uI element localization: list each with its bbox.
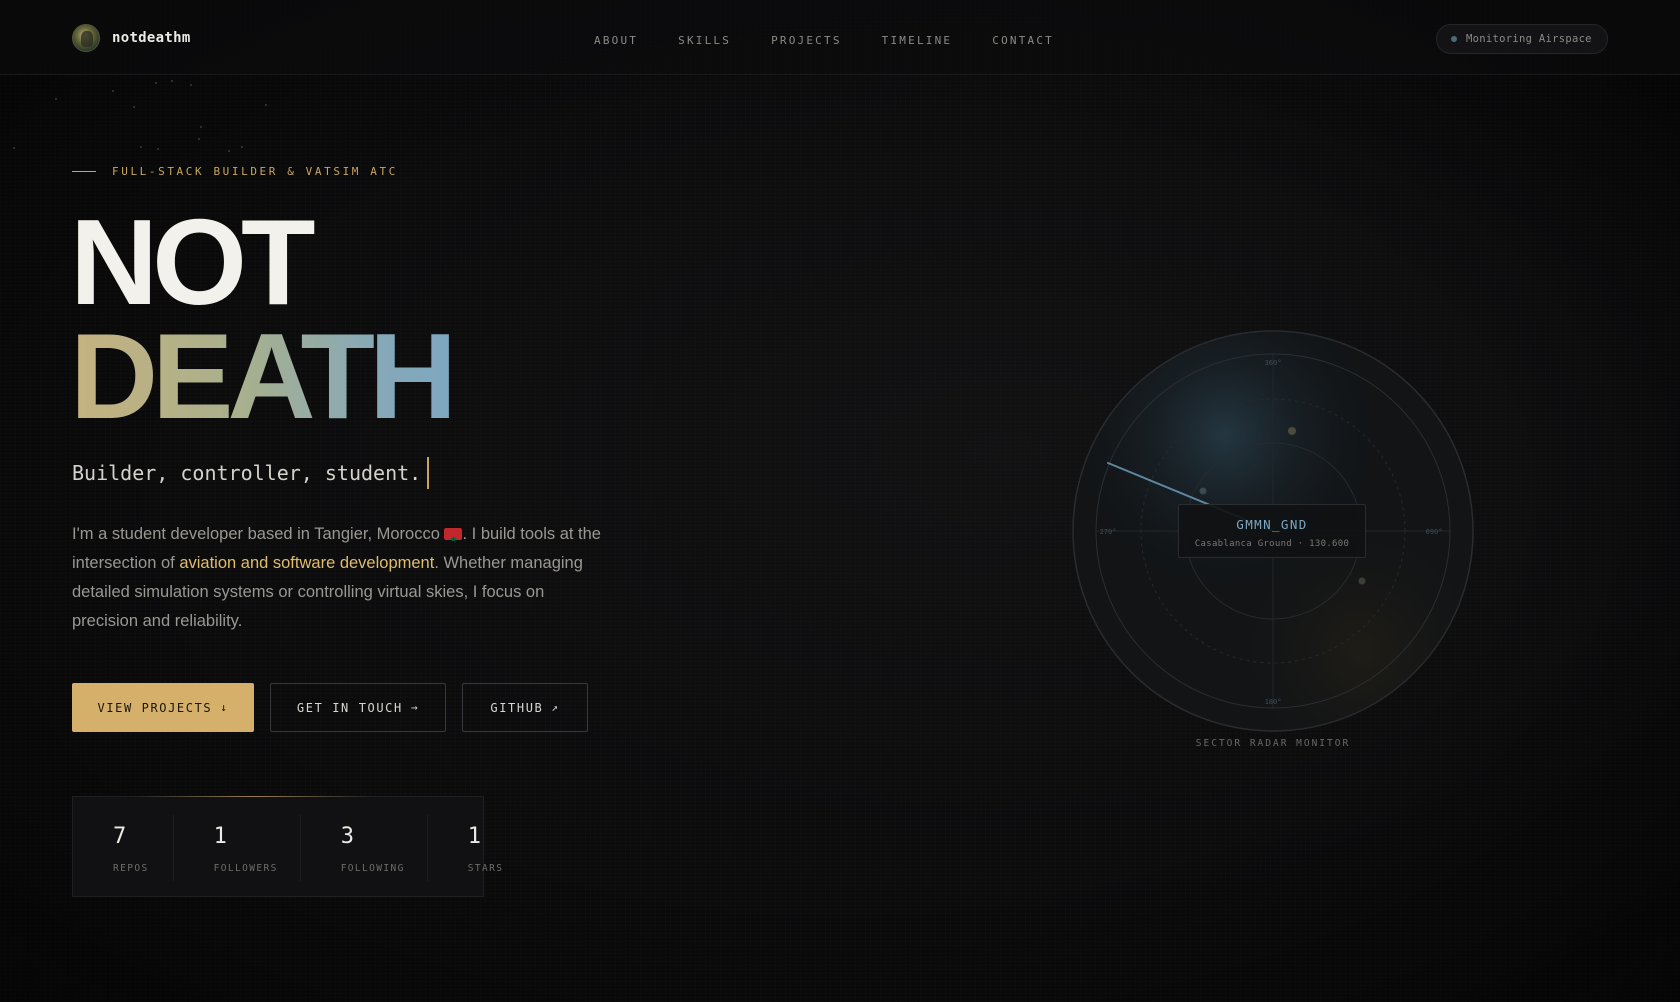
hero-eyebrow: FULL-STACK BUILDER & VATSIM ATC [72,165,398,178]
hero-tagline: Builder, controller, student. [72,457,430,489]
eyebrow-line [72,171,96,172]
stat-value: 3 [340,824,354,849]
compass-south: 180° [1265,698,1282,706]
stat-value: 1 [467,824,482,849]
hero-title-line2: DEATH [70,308,457,444]
atc-callsign: GMMN_GND [1236,517,1308,532]
stat-stars: 1 STARS [428,815,526,881]
nav-about[interactable]: ABOUT [594,34,638,47]
radar-blip [1358,577,1366,585]
decorative-star-dots [0,70,300,160]
stat-label: FOLLOWERS [213,863,278,874]
radar-blip [1199,487,1207,495]
github-label: GITHUB [490,700,544,715]
radar-caption: SECTOR RADAR MONITOR [1195,738,1351,749]
nav-skills[interactable]: SKILLS [678,34,731,47]
main-nav: ABOUT SKILLS PROJECTS TIMELINE CONTACT [594,34,1054,47]
get-in-touch-label: GET IN TOUCH [296,700,403,715]
compass-east: 090° [1426,528,1443,536]
site-header: notdeathm ABOUT SKILLS PROJECTS TIMELINE… [0,0,1680,75]
morocco-flag-icon [444,525,463,554]
arrow-down-icon: ↓ [220,701,229,714]
brand-name: notdeathm [112,30,191,46]
avatar [72,24,100,52]
stat-label: REPOS [113,863,149,874]
status-dot-icon [1451,36,1457,42]
hero-title-line1: NOT [70,194,316,330]
atc-frequency: Casablanca Ground · 130.600 [1194,539,1350,549]
bio-highlight: aviation and software development [179,554,435,572]
brand[interactable]: notdeathm [72,24,191,52]
compass-north: 360° [1265,359,1282,367]
radar-blip [1288,427,1296,435]
nav-projects[interactable]: PROJECTS [771,34,842,47]
get-in-touch-button[interactable]: GET IN TOUCH → [270,683,446,732]
view-projects-label: VIEW PROJECTS [97,700,213,715]
bio-text-1: I'm a student developer based in Tangier… [72,525,445,543]
stat-value: 1 [213,824,227,849]
stat-label: STARS [467,863,504,874]
atc-position-card[interactable]: GMMN_GND Casablanca Ground · 130.600 [1178,504,1366,558]
hero-title: NOT DEATH [70,194,457,444]
tagline-text: Builder, controller, student. [72,461,422,485]
stat-followers: 1 FOLLOWERS [174,815,301,881]
stat-label: FOLLOWING [340,863,405,874]
hero-bio: I'm a student developer based in Tangier… [72,520,612,636]
eyebrow-text: FULL-STACK BUILDER & VATSIM ATC [112,165,398,178]
arrow-up-right-icon: ↗ [551,701,560,714]
stat-following: 3 FOLLOWING [301,815,428,881]
nav-timeline[interactable]: TIMELINE [882,34,953,47]
github-stats: 7 REPOS 1 FOLLOWERS 3 FOLLOWING 1 STARS [72,796,502,897]
github-button[interactable]: GITHUB ↗ [462,683,588,732]
arrow-right-icon: → [410,701,420,714]
nav-contact[interactable]: CONTACT [992,34,1054,47]
status-text: Monitoring Airspace [1466,33,1592,45]
stat-value: 7 [113,824,127,849]
typing-cursor [427,457,430,489]
stat-repos: 7 REPOS [73,815,174,881]
status-badge: Monitoring Airspace [1436,24,1608,54]
compass-west: 270° [1100,528,1117,536]
view-projects-button[interactable]: VIEW PROJECTS ↓ [72,683,254,732]
